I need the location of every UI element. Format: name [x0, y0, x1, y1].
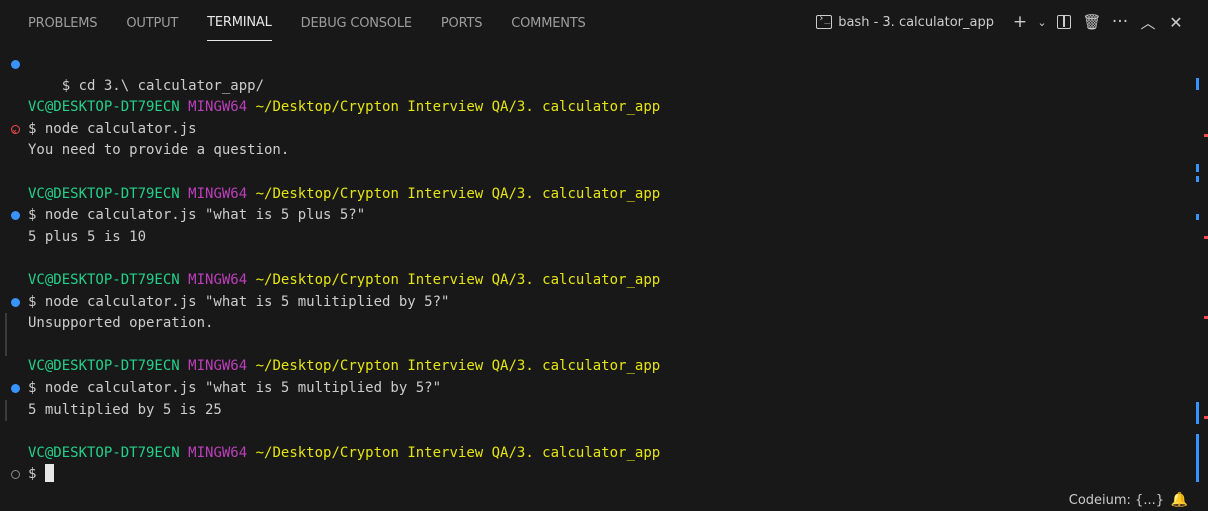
panel-tab-bar: PROBLEMS OUTPUT TERMINAL DEBUG CONSOLE P…: [0, 0, 1208, 44]
prompt-user: VC@DESKTOP-DT79ECN: [28, 99, 180, 116]
prompt-path: ~/Desktop/Crypton Interview QA/3. calcul…: [255, 444, 661, 461]
terminal-output[interactable]: $ cd 3.\ calculator_app/ VC@DESKTOP-DT79…: [0, 54, 1190, 486]
prompt-user: VC@DESKTOP-DT79ECN: [28, 271, 180, 288]
terminal-line: 5 multiplied by 5 is 25: [0, 399, 1190, 422]
terminal-cursor: [44, 464, 54, 483]
command-success-icon[interactable]: [11, 60, 20, 69]
prompt-path: ~/Desktop/Crypton Interview QA/3. calcul…: [255, 358, 661, 375]
terminal-line: 5 plus 5 is 10: [0, 227, 1190, 249]
prompt-path: ~/Desktop/Crypton Interview QA/3. calcul…: [255, 185, 661, 202]
scroll-marker: [1196, 402, 1199, 424]
new-terminal-plus-icon[interactable]: +: [1006, 12, 1034, 32]
prompt-line: VC@DESKTOP-DT79ECN MINGW64 ~/Desktop/Cry…: [0, 443, 1190, 465]
command-output: You need to provide a question.: [28, 142, 290, 159]
scroll-marker: [1196, 164, 1199, 172]
prompt-host: MINGW64: [188, 99, 248, 116]
terminal-input-line[interactable]: $: [0, 464, 1190, 486]
more-actions-icon[interactable]: ···: [1106, 12, 1134, 32]
terminal-blank-line: [0, 334, 1190, 357]
terminal-line: You need to provide a question.: [0, 140, 1190, 162]
command-group-bar: [5, 334, 7, 357]
status-bar: Codeium: {...} 🔔: [0, 488, 1208, 511]
command-success-icon[interactable]: [11, 297, 20, 307]
tab-debug-console[interactable]: DEBUG CONSOLE: [301, 4, 412, 41]
tab-problems[interactable]: PROBLEMS: [28, 4, 98, 41]
command-success-icon[interactable]: [11, 383, 20, 393]
prompt-host: MINGW64: [188, 444, 248, 461]
command-text: $ node calculator.js "what is 5 plus 5?": [28, 207, 366, 224]
prompt-line: VC@DESKTOP-DT79ECN MINGW64 ~/Desktop/Cry…: [0, 97, 1190, 119]
scroll-marker: [1196, 434, 1199, 482]
scroll-marker-error: [1204, 316, 1208, 319]
prompt-host: MINGW64: [188, 185, 248, 202]
terminal-line: $ node calculator.js "what is 5 mulitipl…: [0, 292, 1190, 314]
terminal-shell-label: bash - 3. calculator_app: [838, 14, 994, 30]
prompt-line: VC@DESKTOP-DT79ECN MINGW64 ~/Desktop/Cry…: [0, 270, 1190, 292]
prompt-user: VC@DESKTOP-DT79ECN: [28, 185, 180, 202]
tab-ports[interactable]: PORTS: [441, 4, 483, 41]
terminal-input-prompt: $: [28, 466, 45, 483]
prompt-path: ~/Desktop/Crypton Interview QA/3. calcul…: [255, 99, 661, 116]
command-error-icon[interactable]: [11, 121, 20, 142]
scroll-marker-error: [1204, 236, 1208, 239]
scroll-marker: [1196, 214, 1199, 220]
terminal-icon: [816, 13, 833, 29]
prompt-path: ~/Desktop/Crypton Interview QA/3. calcul…: [255, 271, 661, 288]
chevron-up-icon[interactable]: ︿: [1134, 12, 1162, 33]
scroll-marker-error: [1204, 416, 1208, 419]
chevron-down-icon[interactable]: ⌄: [1034, 16, 1050, 29]
command-output: 5 plus 5 is 10: [28, 228, 147, 245]
terminal-line: $ cd 3.\ calculator_app/: [0, 54, 1190, 94]
command-output: 5 multiplied by 5 is 25: [28, 401, 222, 418]
terminal-scrollbar[interactable]: [1194, 54, 1208, 484]
command-text: $ node calculator.js: [28, 120, 197, 137]
command-pending-icon: [11, 470, 20, 480]
prompt-host: MINGW64: [188, 271, 248, 288]
terminal-actions: bash - 3. calculator_app + ⌄ 🗑 ··· ︿ ✕: [816, 0, 1190, 44]
prompt-line: VC@DESKTOP-DT79ECN MINGW64 ~/Desktop/Cry…: [0, 356, 1190, 378]
scroll-marker: [1196, 78, 1199, 90]
prompt-user: VC@DESKTOP-DT79ECN: [28, 358, 180, 375]
terminal-line: $ node calculator.js: [0, 119, 1190, 142]
scroll-marker: [1196, 176, 1199, 182]
command-group-bar: [5, 399, 7, 422]
command-group-bar: [5, 313, 7, 335]
trash-icon[interactable]: 🗑: [1078, 13, 1106, 31]
command-success-icon[interactable]: [11, 211, 20, 221]
tab-terminal[interactable]: TERMINAL: [207, 3, 272, 41]
terminal-line: Unsupported operation.: [0, 313, 1190, 335]
bell-icon[interactable]: 🔔: [1171, 492, 1188, 508]
command-text: $ node calculator.js "what is 5 mulitipl…: [28, 293, 450, 310]
split-terminal-icon[interactable]: [1050, 12, 1078, 32]
terminal-line: $ node calculator.js "what is 5 multipli…: [0, 378, 1190, 400]
codeium-status[interactable]: Codeium: {...}: [1069, 493, 1164, 508]
command-output: Unsupported operation.: [28, 315, 214, 332]
prompt-line: VC@DESKTOP-DT79ECN MINGW64 ~/Desktop/Cry…: [0, 184, 1190, 206]
tab-comments[interactable]: COMMENTS: [511, 4, 585, 41]
close-icon[interactable]: ✕: [1162, 13, 1190, 32]
command-text: $ node calculator.js "what is 5 multipli…: [28, 379, 442, 396]
tab-output[interactable]: OUTPUT: [126, 4, 178, 41]
prompt-user: VC@DESKTOP-DT79ECN: [28, 444, 180, 461]
prompt-host: MINGW64: [188, 358, 248, 375]
scroll-marker-error: [1204, 134, 1208, 137]
terminal-shell-selector[interactable]: bash - 3. calculator_app: [816, 13, 994, 30]
terminal-line: $ node calculator.js "what is 5 plus 5?": [0, 205, 1190, 227]
